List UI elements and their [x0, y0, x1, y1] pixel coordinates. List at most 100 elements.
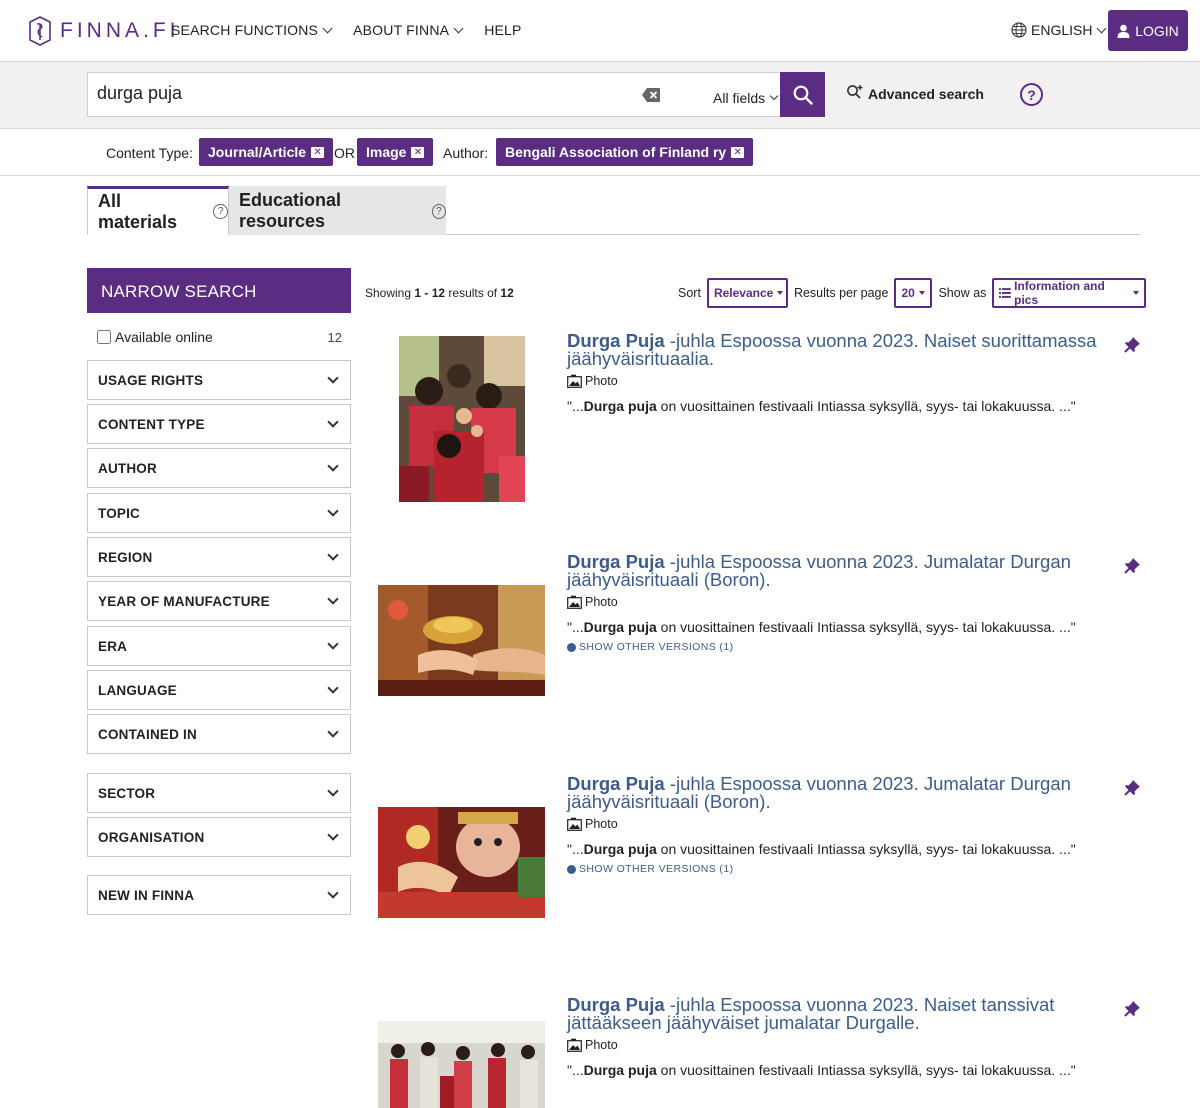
facet-sector[interactable]: SECTOR [87, 773, 351, 813]
result-thumbnail[interactable] [378, 807, 545, 918]
result-snippet: "...Durga puja on vuosittainen festivaal… [567, 1062, 1076, 1078]
format-label: Photo [585, 374, 618, 388]
result-title-link[interactable]: Durga Puja -juhla Espoossa vuonna 2023. … [567, 774, 1117, 811]
result-thumbnail[interactable] [399, 336, 525, 502]
chevron-down-icon [769, 91, 779, 101]
format-label: Photo [585, 1038, 618, 1052]
facet-label: AUTHOR [98, 461, 157, 476]
facet-year-of-manufacture[interactable]: YEAR OF MANUFACTURE [87, 581, 351, 621]
facet-content-type[interactable]: CONTENT TYPE [87, 404, 351, 444]
language-label: ENGLISH [1031, 22, 1093, 38]
photo-durga-idol-image [378, 807, 545, 918]
nav-label: SEARCH FUNCTIONS [171, 22, 319, 38]
format-label: Photo [585, 595, 618, 609]
chevron-down-icon [327, 416, 339, 428]
snip-highlight: Durga [583, 619, 625, 635]
filter-chip-author[interactable]: Bengali Association of Finland ry ✕ [496, 138, 754, 166]
photo-durga-ritual-image [378, 585, 545, 696]
language-selector[interactable]: ENGLISH [1011, 22, 1107, 38]
expand-icon [567, 864, 576, 874]
facet-topic[interactable]: TOPIC [87, 493, 351, 533]
snip-text: "... [567, 1062, 584, 1078]
show-as-value: Information and pics [1014, 279, 1105, 307]
advanced-search-link[interactable]: Advanced search [846, 85, 984, 102]
nav-label: HELP [484, 22, 522, 38]
finna-logo[interactable]: FINNA.FI [28, 16, 180, 46]
nav-label: ABOUT FINNA [353, 22, 450, 38]
tab-educational-resources[interactable]: Educational resources? [229, 186, 446, 235]
result-title-link[interactable]: Durga Puja -juhla Espoossa vuonna 2023. … [567, 552, 1117, 589]
nav-help[interactable]: HELP [484, 22, 521, 38]
chip-label: Image [366, 144, 407, 160]
versions-label: SHOW OTHER VERSIONS (1) [579, 641, 734, 653]
per-page-select[interactable]: 20 [894, 278, 933, 308]
available-online-filter[interactable]: Available online 12 [97, 329, 342, 345]
pin-icon[interactable] [1124, 336, 1141, 353]
clear-search-icon[interactable] [641, 87, 661, 103]
facet-usage-rights[interactable]: USAGE RIGHTS [87, 360, 351, 400]
result-thumbnail[interactable] [378, 1021, 545, 1108]
photo-icon [567, 817, 582, 831]
snip-highlight: Durga [583, 398, 625, 414]
search-button[interactable] [780, 72, 825, 117]
snip-text: on vuosittainen festivaali Intiassa syks… [656, 1062, 1076, 1078]
help-icon[interactable]: ? [213, 204, 228, 219]
facet-label: TOPIC [98, 506, 141, 521]
snip-text: "... [567, 398, 584, 414]
pin-icon[interactable] [1124, 1000, 1141, 1017]
facet-new-in-finna[interactable]: NEW IN FINNA [87, 875, 351, 915]
search-icon [793, 85, 813, 105]
pin-icon[interactable] [1124, 557, 1141, 574]
login-button[interactable]: LOGIN [1108, 10, 1188, 51]
chevron-down-icon [327, 638, 339, 650]
material-tabs: All materials? Educational resources? [87, 186, 1140, 235]
facet-organisation[interactable]: ORGANISATION [87, 817, 351, 857]
finna-logo-icon [29, 16, 51, 46]
facet-author[interactable]: AUTHOR [87, 448, 351, 488]
help-icon[interactable]: ? [431, 203, 446, 219]
tab-all-materials[interactable]: All materials? [87, 186, 229, 235]
result-thumbnail[interactable] [378, 585, 545, 696]
facet-era[interactable]: ERA [87, 626, 351, 666]
facet-label: NEW IN FINNA [98, 888, 195, 903]
search-field-select[interactable]: All fields [713, 90, 779, 106]
photo-women-dancing-image [378, 1021, 545, 1108]
facet-region[interactable]: REGION [87, 537, 351, 577]
search-help-icon[interactable]: ? [1020, 83, 1043, 106]
facet-label: REGION [98, 550, 153, 565]
pin-icon[interactable] [1124, 779, 1141, 796]
available-online-checkbox[interactable] [97, 330, 111, 344]
chevron-down-icon [322, 23, 333, 33]
result-title-link[interactable]: Durga Puja -juhla Espoossa vuonna 2023. … [567, 331, 1117, 368]
versions-label: SHOW OTHER VERSIONS (1) [579, 863, 734, 875]
nav-search-functions[interactable]: SEARCH FUNCTIONS [171, 22, 333, 38]
snip-highlight: puja [627, 398, 657, 414]
show-other-versions-link[interactable]: SHOW OTHER VERSIONS (1) [567, 641, 733, 653]
results-of-label: results of [445, 286, 501, 300]
facet-label: LANGUAGE [98, 683, 177, 698]
search-input[interactable] [97, 83, 617, 104]
facet-language[interactable]: LANGUAGE [87, 670, 351, 710]
caret-down-icon [777, 291, 784, 295]
result-title-link[interactable]: Durga Puja -juhla Espoossa vuonna 2023. … [567, 995, 1117, 1032]
snip-text: on vuosittainen festivaali Intiassa syks… [656, 619, 1076, 635]
or-label: OR [334, 145, 355, 161]
filter-chip-image[interactable]: Image ✕ [357, 138, 434, 166]
narrow-search-heading: NARROW SEARCH [87, 268, 351, 313]
chip-label: Bengali Association of Finland ry [505, 144, 727, 160]
nav-about-finna[interactable]: ABOUT FINNA [353, 22, 464, 38]
photo-icon [567, 374, 582, 388]
result-item: Durga Puja -juhla Espoossa vuonna 2023. … [365, 995, 1141, 1108]
remove-filter-icon: ✕ [311, 146, 325, 158]
facet-label: SECTOR [98, 786, 156, 801]
show-other-versions-link[interactable]: SHOW OTHER VERSIONS (1) [567, 863, 733, 875]
snip-highlight: Durga [583, 841, 625, 857]
sort-select[interactable]: Relevance [706, 278, 788, 308]
filter-chip-journal-article[interactable]: Journal/Article ✕ [199, 138, 334, 166]
per-page-label: Results per page [793, 286, 889, 300]
chevron-down-icon [453, 23, 464, 33]
list-view-icon [999, 288, 1012, 298]
photo-women-ritual-image [399, 336, 525, 502]
facet-contained-in[interactable]: CONTAINED IN [87, 714, 351, 754]
show-as-select[interactable]: Information and pics [992, 278, 1147, 308]
